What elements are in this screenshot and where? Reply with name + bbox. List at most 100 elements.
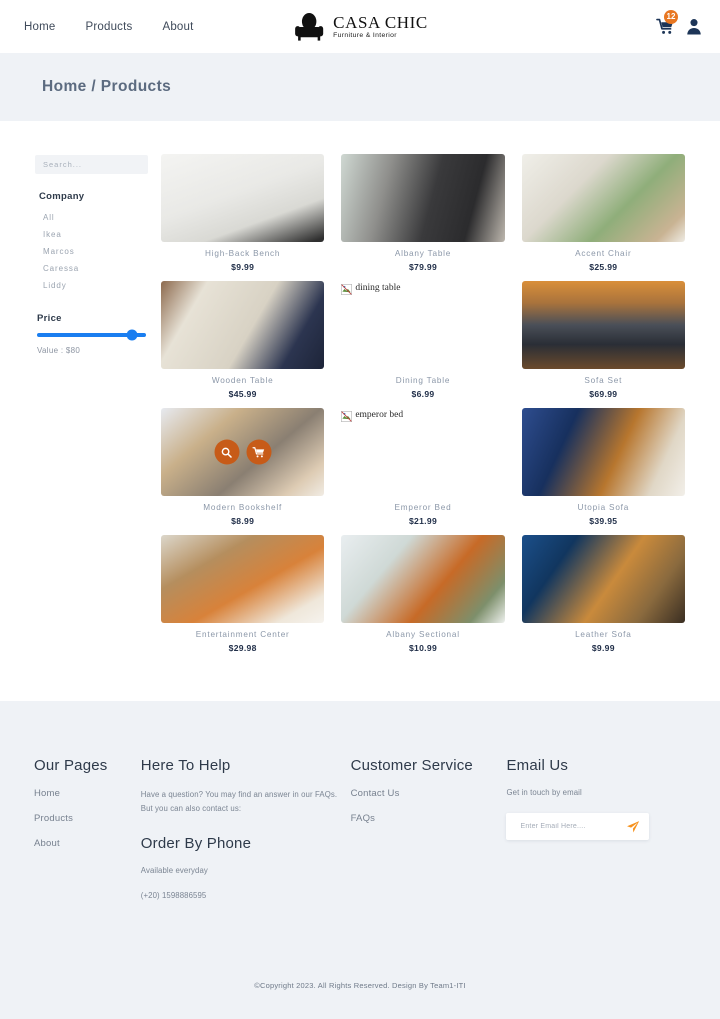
user-icon [687,19,701,35]
product-card[interactable]: emperor bed Emperor Bed $21.99 [341,408,505,526]
company-option-liddy[interactable]: Liddy [35,277,148,294]
product-image[interactable] [521,154,685,242]
product-photo [161,154,325,242]
copyright-text: ©Copyright 2023. All Rights Reserved. De… [254,981,466,990]
product-title: Albany Sectional [386,630,460,639]
product-price: $21.99 [408,516,438,526]
nav-link-products[interactable]: Products [85,21,132,33]
product-card[interactable]: Albany Sectional $10.99 [341,535,505,653]
product-title: Dining Table [395,376,451,385]
product-title: Modern Bookshelf [203,503,283,512]
product-card[interactable]: Utopia Sofa $39.95 [521,408,685,526]
price-value-label: Value : $80 [37,346,81,355]
product-photo [161,281,325,369]
product-price: $45.99 [228,389,257,399]
product-card[interactable]: Modern Bookshelf $8.99 [161,408,325,526]
product-title: Leather Sofa [575,630,632,639]
product-image[interactable] [161,281,325,369]
search-icon [221,447,232,458]
footer-phone-title: Order By Phone [140,835,252,853]
product-image[interactable] [521,408,685,496]
footer-link-contact-us[interactable]: Contact Us [351,788,507,799]
product-photo [521,535,685,623]
price-slider[interactable] [37,329,146,341]
product-image[interactable] [521,535,685,623]
product-photo [521,281,685,369]
cart-badge-count: 12 [664,10,678,24]
account-button[interactable] [686,18,702,35]
footer-link-about[interactable]: About [34,838,141,849]
product-title: Accent Chair [575,249,632,258]
search-input[interactable] [35,155,148,174]
email-input[interactable] [518,822,627,831]
footer-link-home[interactable]: Home [34,788,141,799]
cart-button[interactable]: 12 [656,10,678,35]
product-grid: High-Back Bench $9.99 Albany Table $79.99 Ac… [161,154,685,701]
product-card[interactable]: High-Back Bench $9.99 [161,154,325,272]
footer-help-body: Have a question? You may find an answer … [140,790,338,813]
product-card[interactable]: dining table Dining Table $6.99 [341,281,505,399]
product-card[interactable]: Leather Sofa $9.99 [521,535,685,653]
company-option-caressa[interactable]: Caressa [35,260,148,277]
company-filter-list: All Ikea Marcos Caressa Liddy [35,209,148,294]
product-image[interactable] [161,535,325,623]
product-photo [521,154,685,242]
product-photo [521,408,685,496]
company-option-marcos[interactable]: Marcos [35,243,148,260]
company-option-ikea[interactable]: Ikea [35,226,148,243]
price-filter: Price Value : $80 [35,313,148,355]
footer-availability: Available everyday [140,866,208,876]
product-price: $6.99 [411,389,435,399]
company-option-all[interactable]: All [35,209,148,226]
broken-image-alt-text: emperor bed [355,410,404,420]
footer-column-help: Here To Help Have a question? You may fi… [141,757,351,916]
product-image[interactable] [161,408,325,496]
breadcrumb-band: Home / Products [0,53,720,121]
product-title: Emperor Bed [394,503,452,512]
product-card[interactable]: Accent Chair $25.99 [521,154,685,272]
company-filter-title: Company [39,191,85,202]
footer-link-faqs[interactable]: FAQs [351,813,507,824]
product-card[interactable]: Entertainment Center $29.98 [161,535,325,653]
product-image-broken[interactable]: emperor bed [341,408,505,496]
footer-email-title: Email Us [506,757,569,774]
product-photo [341,154,505,242]
site-footer: Our Pages Home Products About Here To He… [0,701,720,1019]
footer-pages-title: Our Pages [34,757,108,774]
footer-column-email: Email Us Get in touch by email [506,757,686,916]
product-price: $39.95 [589,516,618,526]
broken-image-placeholder: dining table [341,281,504,295]
footer-email-subtitle: Get in touch by email [506,788,582,797]
brand-logo[interactable]: CASA CHIC Furniture & Interior [292,10,428,44]
quick-view-button[interactable] [214,439,240,465]
product-image-broken[interactable]: dining table [341,281,505,369]
product-photo [341,535,505,623]
product-hover-actions [214,439,272,465]
broken-image-alt-text: dining table [355,283,401,293]
product-price: $9.99 [591,643,615,653]
filters-sidebar: Company All Ikea Marcos Caressa Liddy Pr… [35,154,148,701]
product-price: $8.99 [231,516,255,526]
product-image[interactable] [341,154,505,242]
nav-link-about[interactable]: About [162,21,193,33]
add-to-cart-button[interactable] [246,439,272,465]
product-image[interactable] [521,281,685,369]
header-actions: 12 [656,10,702,35]
product-card[interactable]: Albany Table $79.99 [341,154,505,272]
product-price: $25.99 [589,262,618,272]
product-image[interactable] [161,154,325,242]
price-slider-thumb[interactable] [126,329,138,341]
product-price: $69.99 [589,389,618,399]
product-price: $79.99 [408,262,438,272]
footer-column-pages: Our Pages Home Products About [34,757,141,916]
product-card[interactable]: Wooden Table $45.99 [161,281,325,399]
paper-plane-icon[interactable] [626,820,640,834]
footer-phone-number[interactable]: (+20) 1598886595 [141,891,351,900]
product-card[interactable]: Sofa Set $69.99 [521,281,685,399]
main-navigation: Home Products About [24,21,194,33]
product-image[interactable] [341,535,505,623]
footer-help-title: Here To Help [140,757,231,774]
product-title: Entertainment Center [195,630,290,639]
nav-link-home[interactable]: Home [24,21,55,33]
footer-link-products[interactable]: Products [34,813,141,824]
